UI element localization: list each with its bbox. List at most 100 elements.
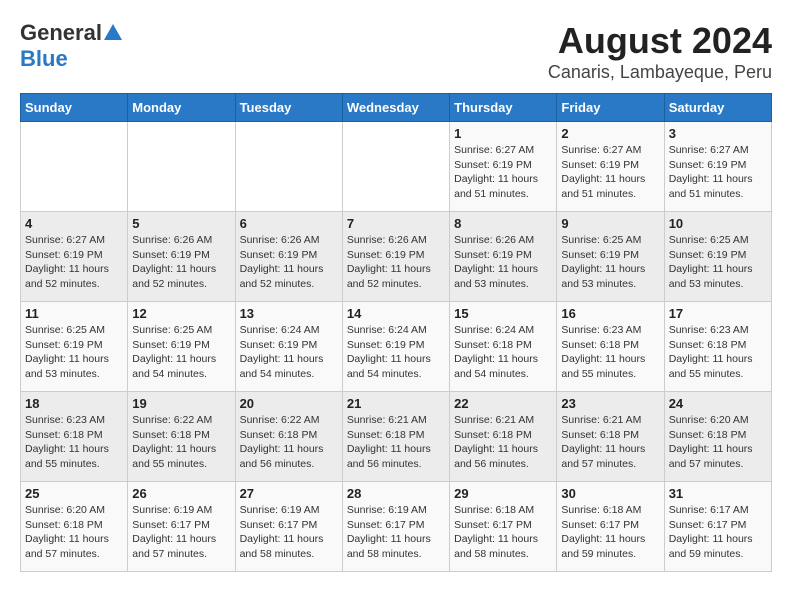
day-info-line: Sunset: 6:18 PM bbox=[347, 428, 445, 443]
calendar-cell: 5Sunrise: 6:26 AMSunset: 6:19 PMDaylight… bbox=[128, 212, 235, 302]
calendar-cell: 3 Sunrise: 6:27 AMSunset: 6:19 PMDaylight… bbox=[664, 122, 771, 212]
day-info-line: Sunset: 6:18 PM bbox=[669, 428, 767, 443]
day-number: 24 bbox=[669, 396, 767, 411]
day-info: Sunrise: 6:20 AMSunset: 6:18 PMDaylight:… bbox=[669, 413, 767, 472]
day-info-line: and 52 minutes. bbox=[347, 277, 445, 292]
day-info-line: Sunset: 6:18 PM bbox=[240, 428, 338, 443]
day-info-line: Sunrise: 6:24 AM bbox=[347, 323, 445, 338]
day-info-line: and 57 minutes. bbox=[25, 547, 123, 562]
day-info-line: and 56 minutes. bbox=[347, 457, 445, 472]
day-number: 11 bbox=[25, 306, 123, 321]
day-info-line: Sunset: 6:19 PM bbox=[669, 248, 767, 263]
day-info-line: and 51 minutes. bbox=[454, 187, 552, 202]
day-info-line: Sunset: 6:17 PM bbox=[669, 518, 767, 533]
day-info: Sunrise: 6:24 AMSunset: 6:19 PMDaylight:… bbox=[240, 323, 338, 382]
calendar-cell: 14Sunrise: 6:24 AMSunset: 6:19 PMDayligh… bbox=[342, 302, 449, 392]
day-info-line: Daylight: 11 hours bbox=[25, 262, 123, 277]
day-info-line: Sunrise: 6:25 AM bbox=[25, 323, 123, 338]
day-info-line: Sunset: 6:19 PM bbox=[561, 248, 659, 263]
day-info-line: and 58 minutes. bbox=[240, 547, 338, 562]
day-info: Sunrise: 6:23 AMSunset: 6:18 PMDaylight:… bbox=[25, 413, 123, 472]
day-info-line: and 57 minutes. bbox=[561, 457, 659, 472]
logo-general: General bbox=[20, 20, 102, 46]
calendar-cell: 29Sunrise: 6:18 AMSunset: 6:17 PMDayligh… bbox=[450, 482, 557, 572]
day-info-line: Sunset: 6:18 PM bbox=[561, 338, 659, 353]
day-info-line: Sunset: 6:19 PM bbox=[132, 338, 230, 353]
calendar-cell: 10Sunrise: 6:25 AMSunset: 6:19 PMDayligh… bbox=[664, 212, 771, 302]
day-info-line: and 56 minutes. bbox=[240, 457, 338, 472]
calendar-cell: 1Sunrise: 6:27 AMSunset: 6:19 PMDaylight… bbox=[450, 122, 557, 212]
day-info-line: Daylight: 11 hours bbox=[240, 262, 338, 277]
calendar-cell bbox=[342, 122, 449, 212]
day-info: Sunrise: 6:25 AMSunset: 6:19 PMDaylight:… bbox=[132, 323, 230, 382]
day-info-line: Sunset: 6:17 PM bbox=[132, 518, 230, 533]
day-info-line: Sunset: 6:19 PM bbox=[347, 338, 445, 353]
day-info: Sunrise: 6:21 AMSunset: 6:18 PMDaylight:… bbox=[561, 413, 659, 472]
day-info-line: Sunrise: 6:17 AM bbox=[669, 503, 767, 518]
day-info-line: Sunrise: 6:21 AM bbox=[347, 413, 445, 428]
day-info-line: Sunrise: 6:27 AM bbox=[454, 143, 552, 158]
day-info: Sunrise: 6:23 AMSunset: 6:18 PMDaylight:… bbox=[561, 323, 659, 382]
day-info-line: Sunrise: 6:23 AM bbox=[561, 323, 659, 338]
day-info-line: and 58 minutes. bbox=[347, 547, 445, 562]
day-number: 13 bbox=[240, 306, 338, 321]
calendar-cell: 2Sunrise: 6:27 AMSunset: 6:19 PMDaylight… bbox=[557, 122, 664, 212]
day-info-line: Sunrise: 6:26 AM bbox=[454, 233, 552, 248]
day-info-line: and 57 minutes. bbox=[669, 457, 767, 472]
day-number: 4 bbox=[25, 216, 123, 231]
day-number: 3 bbox=[669, 126, 767, 141]
calendar-cell: 9Sunrise: 6:25 AMSunset: 6:19 PMDaylight… bbox=[557, 212, 664, 302]
logo: General Blue bbox=[20, 20, 122, 72]
day-of-week-header: Tuesday bbox=[235, 94, 342, 122]
day-info-line: Sunrise: 6:23 AM bbox=[25, 413, 123, 428]
day-info-line: Sunrise: 6:19 AM bbox=[240, 503, 338, 518]
day-info: Sunrise: 6:19 AMSunset: 6:17 PMDaylight:… bbox=[240, 503, 338, 562]
day-of-week-header: Monday bbox=[128, 94, 235, 122]
day-info-line: Daylight: 11 hours bbox=[132, 532, 230, 547]
day-number: 7 bbox=[347, 216, 445, 231]
day-info-line: and 54 minutes. bbox=[454, 367, 552, 382]
day-info-line: and 52 minutes. bbox=[25, 277, 123, 292]
day-info: Sunrise: 6:27 AMSunset: 6:19 PMDaylight:… bbox=[669, 143, 767, 202]
day-number: 25 bbox=[25, 486, 123, 501]
day-info-line: Sunrise: 6:20 AM bbox=[669, 413, 767, 428]
day-info-line: Daylight: 11 hours bbox=[25, 442, 123, 457]
day-number: 8 bbox=[454, 216, 552, 231]
calendar-cell: 23Sunrise: 6:21 AMSunset: 6:18 PMDayligh… bbox=[557, 392, 664, 482]
day-info-line: Sunrise: 6:24 AM bbox=[454, 323, 552, 338]
day-info-line: Daylight: 11 hours bbox=[347, 262, 445, 277]
day-info-line: Sunset: 6:19 PM bbox=[25, 248, 123, 263]
calendar-cell: 27Sunrise: 6:19 AMSunset: 6:17 PMDayligh… bbox=[235, 482, 342, 572]
day-info-line: and 51 minutes. bbox=[669, 187, 767, 202]
day-number: 12 bbox=[132, 306, 230, 321]
calendar-cell: 15Sunrise: 6:24 AMSunset: 6:18 PMDayligh… bbox=[450, 302, 557, 392]
calendar-cell: 26Sunrise: 6:19 AMSunset: 6:17 PMDayligh… bbox=[128, 482, 235, 572]
day-info-line: Daylight: 11 hours bbox=[561, 532, 659, 547]
day-of-week-header: Friday bbox=[557, 94, 664, 122]
day-info-line: Sunrise: 6:22 AM bbox=[240, 413, 338, 428]
day-info-line: Sunset: 6:17 PM bbox=[454, 518, 552, 533]
calendar-cell: 22Sunrise: 6:21 AMSunset: 6:18 PMDayligh… bbox=[450, 392, 557, 482]
day-info-line: Daylight: 11 hours bbox=[347, 442, 445, 457]
day-info-line: and 59 minutes. bbox=[561, 547, 659, 562]
day-info: Sunrise: 6:24 AMSunset: 6:19 PMDaylight:… bbox=[347, 323, 445, 382]
day-info-line: Sunrise: 6:26 AM bbox=[347, 233, 445, 248]
calendar-cell: 31Sunrise: 6:17 AMSunset: 6:17 PMDayligh… bbox=[664, 482, 771, 572]
calendar-cell: 17Sunrise: 6:23 AMSunset: 6:18 PMDayligh… bbox=[664, 302, 771, 392]
day-number: 2 bbox=[561, 126, 659, 141]
day-info: Sunrise: 6:22 AMSunset: 6:18 PMDaylight:… bbox=[240, 413, 338, 472]
calendar-table: SundayMondayTuesdayWednesdayThursdayFrid… bbox=[20, 93, 772, 572]
day-info: Sunrise: 6:25 AMSunset: 6:19 PMDaylight:… bbox=[669, 233, 767, 292]
day-info-line: Daylight: 11 hours bbox=[25, 352, 123, 367]
day-number: 9 bbox=[561, 216, 659, 231]
day-info-line: Sunrise: 6:27 AM bbox=[669, 143, 767, 158]
day-info-line: Daylight: 11 hours bbox=[669, 352, 767, 367]
day-info-line: Daylight: 11 hours bbox=[454, 442, 552, 457]
day-info: Sunrise: 6:24 AMSunset: 6:18 PMDaylight:… bbox=[454, 323, 552, 382]
day-info-line: Sunset: 6:17 PM bbox=[561, 518, 659, 533]
day-number: 20 bbox=[240, 396, 338, 411]
day-info-line: Sunrise: 6:18 AM bbox=[454, 503, 552, 518]
day-info-line: Daylight: 11 hours bbox=[132, 262, 230, 277]
day-info-line: Daylight: 11 hours bbox=[669, 172, 767, 187]
day-info: Sunrise: 6:21 AMSunset: 6:18 PMDaylight:… bbox=[347, 413, 445, 472]
